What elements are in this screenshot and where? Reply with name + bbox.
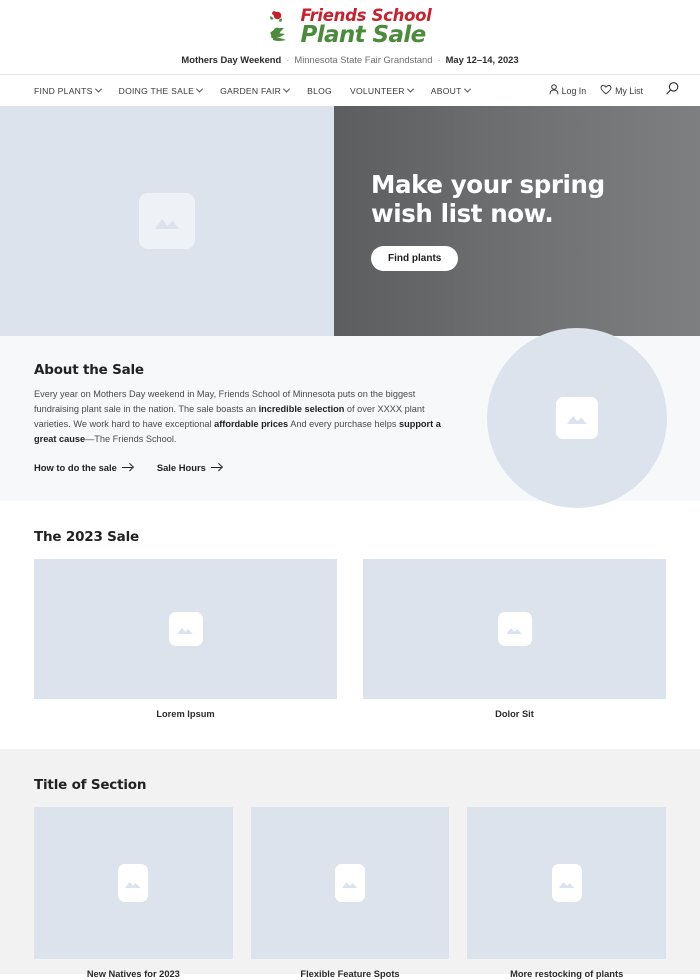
sale-card-caption: Dolor Sit bbox=[495, 709, 534, 719]
sale-2023-heading: The 2023 Sale bbox=[34, 529, 139, 545]
nav-item-volunteer[interactable]: VOLUNTEER bbox=[349, 85, 414, 96]
nav-label: ABOUT bbox=[430, 85, 462, 96]
nav-item-doing-the-sale[interactable]: DOING THE SALE bbox=[118, 85, 204, 96]
logo-container[interactable]: Friends School Plant Sale bbox=[0, 6, 700, 48]
arrow-right-icon bbox=[121, 463, 133, 471]
sale-hours-link[interactable]: Sale Hours bbox=[157, 462, 222, 473]
sale-card-thumbnail bbox=[363, 559, 666, 699]
chevron-down-icon bbox=[94, 85, 102, 93]
tagline-weekend: Mothers Day Weekend bbox=[181, 54, 282, 65]
login-label: Log In bbox=[561, 85, 587, 96]
nav-item-about[interactable]: ABOUT bbox=[430, 85, 471, 96]
hero-content-panel: Make your spring wish list now. Find pla… bbox=[334, 106, 700, 336]
search-button[interactable] bbox=[657, 81, 680, 101]
my-list-button[interactable]: My List bbox=[600, 84, 643, 97]
section-three-grid: New Natives for 2023 Flexible Feature Sp… bbox=[34, 807, 667, 979]
person-icon bbox=[549, 84, 559, 97]
chevron-down-icon bbox=[463, 85, 471, 93]
sale-card-thumbnail bbox=[34, 559, 337, 699]
nav-links: FIND PLANTS DOING THE SALE GARDEN FAIR B… bbox=[34, 86, 549, 96]
login-button[interactable]: Log In bbox=[549, 84, 586, 97]
nav-item-garden-fair[interactable]: GARDEN FAIR bbox=[220, 85, 291, 96]
image-placeholder-icon bbox=[551, 864, 582, 902]
image-placeholder-icon bbox=[497, 612, 532, 646]
feature-card[interactable]: More restocking of plants bbox=[467, 807, 667, 979]
feature-card-caption: More restocking of plants bbox=[510, 969, 624, 979]
section-three: Title of Section New Natives for 2023 Fl… bbox=[0, 749, 700, 979]
nav-utilities: Log In My List bbox=[549, 81, 680, 101]
tagline-sep-1: · bbox=[286, 54, 290, 65]
about-bold-1: incredible selection bbox=[258, 403, 345, 414]
find-plants-button[interactable]: Find plants bbox=[371, 246, 459, 272]
page-root: Friends School Plant Sale Mothers Day We… bbox=[0, 0, 700, 980]
feature-card-thumbnail bbox=[467, 807, 667, 959]
about-bold-2: affordable prices bbox=[214, 418, 289, 429]
heart-icon bbox=[600, 84, 612, 97]
tagline-sep-2: · bbox=[437, 54, 441, 65]
arrow-right-icon bbox=[210, 463, 222, 471]
nav-label: GARDEN FAIR bbox=[220, 85, 282, 96]
nav-item-find-plants[interactable]: FIND PLANTS bbox=[34, 85, 102, 96]
sale-card[interactable]: Lorem Ipsum bbox=[34, 559, 337, 719]
feature-card-thumbnail bbox=[250, 807, 450, 959]
tagline-dates: May 12–14, 2023 bbox=[445, 54, 519, 65]
link-label: How to do the sale bbox=[34, 461, 117, 473]
nav-label: FIND PLANTS bbox=[34, 85, 93, 96]
about-body-4: —The Friends School. bbox=[85, 433, 177, 444]
about-body: Every year on Mothers Day weekend in May… bbox=[34, 387, 446, 447]
logo-line-2: Plant Sale bbox=[300, 21, 426, 48]
nav-label: DOING THE SALE bbox=[118, 85, 195, 96]
section-three-heading: Title of Section bbox=[34, 777, 147, 793]
feature-card[interactable]: Flexible Feature Spots bbox=[250, 807, 450, 979]
hero-banner: Make your spring wish list now. Find pla… bbox=[0, 106, 700, 336]
chevron-down-icon bbox=[196, 85, 204, 93]
image-placeholder-icon bbox=[556, 397, 598, 439]
nav-label: VOLUNTEER bbox=[349, 85, 405, 96]
main-navigation: FIND PLANTS DOING THE SALE GARDEN FAIR B… bbox=[0, 74, 700, 106]
image-placeholder-icon bbox=[139, 193, 195, 249]
sale-card[interactable]: Dolor Sit bbox=[363, 559, 666, 719]
flower-leaf-icon bbox=[268, 8, 298, 46]
search-icon bbox=[665, 81, 680, 100]
site-logo[interactable]: Friends School Plant Sale bbox=[268, 7, 432, 48]
chevron-down-icon bbox=[283, 85, 291, 93]
hero-title-line-1: Make your spring bbox=[371, 169, 605, 199]
hero-title-line-2: wish list now. bbox=[371, 198, 554, 228]
chevron-down-icon bbox=[406, 85, 414, 93]
link-label: Sale Hours bbox=[156, 461, 206, 473]
site-header: Friends School Plant Sale Mothers Day We… bbox=[0, 0, 700, 106]
feature-card[interactable]: New Natives for 2023 bbox=[34, 807, 233, 979]
feature-card-caption: Flexible Feature Spots bbox=[300, 969, 400, 979]
feature-card-thumbnail bbox=[34, 807, 233, 959]
image-placeholder-icon bbox=[335, 864, 365, 902]
sale-card-caption: Lorem Ipsum bbox=[156, 709, 215, 719]
image-placeholder-icon bbox=[118, 864, 149, 902]
nav-label: BLOG bbox=[307, 85, 332, 96]
sale-2023-section: The 2023 Sale Lorem Ipsum Dolor Sit bbox=[0, 501, 700, 719]
nav-item-blog[interactable]: BLOG bbox=[307, 86, 332, 96]
feature-card-caption: New Natives for 2023 bbox=[86, 969, 180, 979]
hero-image-panel bbox=[0, 106, 334, 336]
image-placeholder-icon bbox=[168, 612, 203, 646]
about-section: About the Sale Every year on Mothers Day… bbox=[0, 328, 700, 508]
event-tagline: Mothers Day Weekend · Minnesota State Fair… bbox=[0, 48, 700, 65]
my-list-label: My List bbox=[615, 85, 643, 96]
hero-title: Make your spring wish list now. bbox=[371, 169, 700, 228]
how-to-do-the-sale-link[interactable]: How to do the sale bbox=[34, 462, 133, 473]
about-body-3: And every purchase helps bbox=[288, 418, 399, 429]
sale-2023-grid: Lorem Ipsum Dolor Sit bbox=[34, 559, 666, 719]
tagline-venue: Minnesota State Fair Grandstand bbox=[294, 54, 433, 65]
about-circle-image bbox=[487, 328, 667, 508]
